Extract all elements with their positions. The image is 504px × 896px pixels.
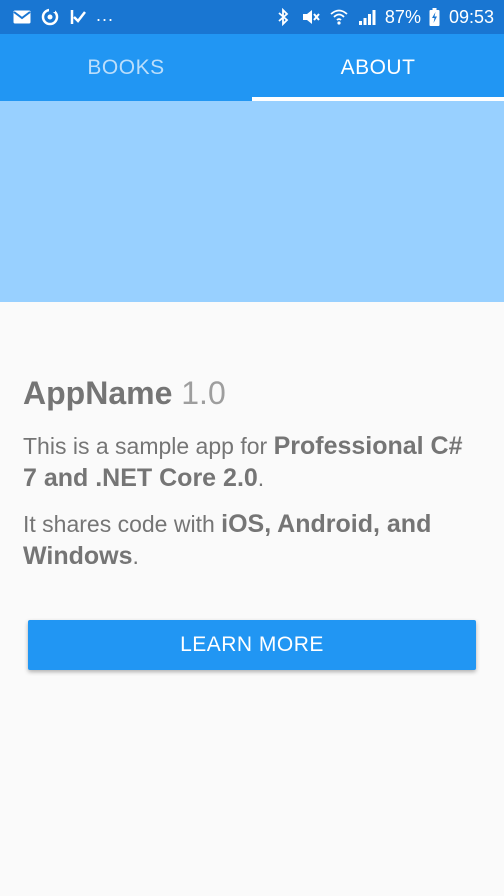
app-title: AppName 1.0: [23, 370, 483, 416]
learn-more-button[interactable]: LEARN MORE: [28, 620, 476, 670]
signal-icon: [357, 7, 377, 27]
platforms-paragraph: It shares code with iOS, Android, and Wi…: [23, 508, 483, 572]
tab-about[interactable]: ABOUT: [252, 34, 504, 101]
status-bar: ... 87% 09:53: [0, 0, 504, 34]
mail-icon: [12, 7, 32, 27]
hero-banner: [0, 101, 504, 302]
mute-icon: [301, 7, 321, 27]
tab-books-label: BOOKS: [87, 55, 165, 79]
sync-icon: [40, 7, 60, 27]
platforms-end: .: [132, 543, 139, 569]
wifi-icon: [329, 7, 349, 27]
platforms-text: It shares code with: [23, 511, 222, 537]
description-text: This is a sample app for: [23, 433, 274, 459]
tab-about-label: ABOUT: [340, 55, 416, 79]
clock: 09:53: [448, 6, 494, 27]
description-paragraph: This is a sample app for Professional C#…: [23, 430, 483, 494]
check-flag-icon: [68, 7, 88, 27]
notification-overflow: ...: [96, 4, 115, 25]
status-bar-right: 87% 09:53: [273, 7, 494, 28]
tab-books[interactable]: BOOKS: [0, 34, 252, 101]
tab-bar: BOOKS ABOUT: [0, 34, 504, 101]
app-name: AppName: [23, 375, 173, 411]
battery-charging-icon: [429, 7, 441, 27]
status-bar-left: ...: [12, 4, 115, 27]
battery-percent: 87%: [384, 6, 421, 27]
description-end: .: [257, 465, 265, 491]
about-content: AppName 1.0 This is a sample app for Pro…: [23, 370, 483, 572]
app-version: 1.0: [181, 375, 226, 411]
bluetooth-icon: [273, 7, 293, 27]
